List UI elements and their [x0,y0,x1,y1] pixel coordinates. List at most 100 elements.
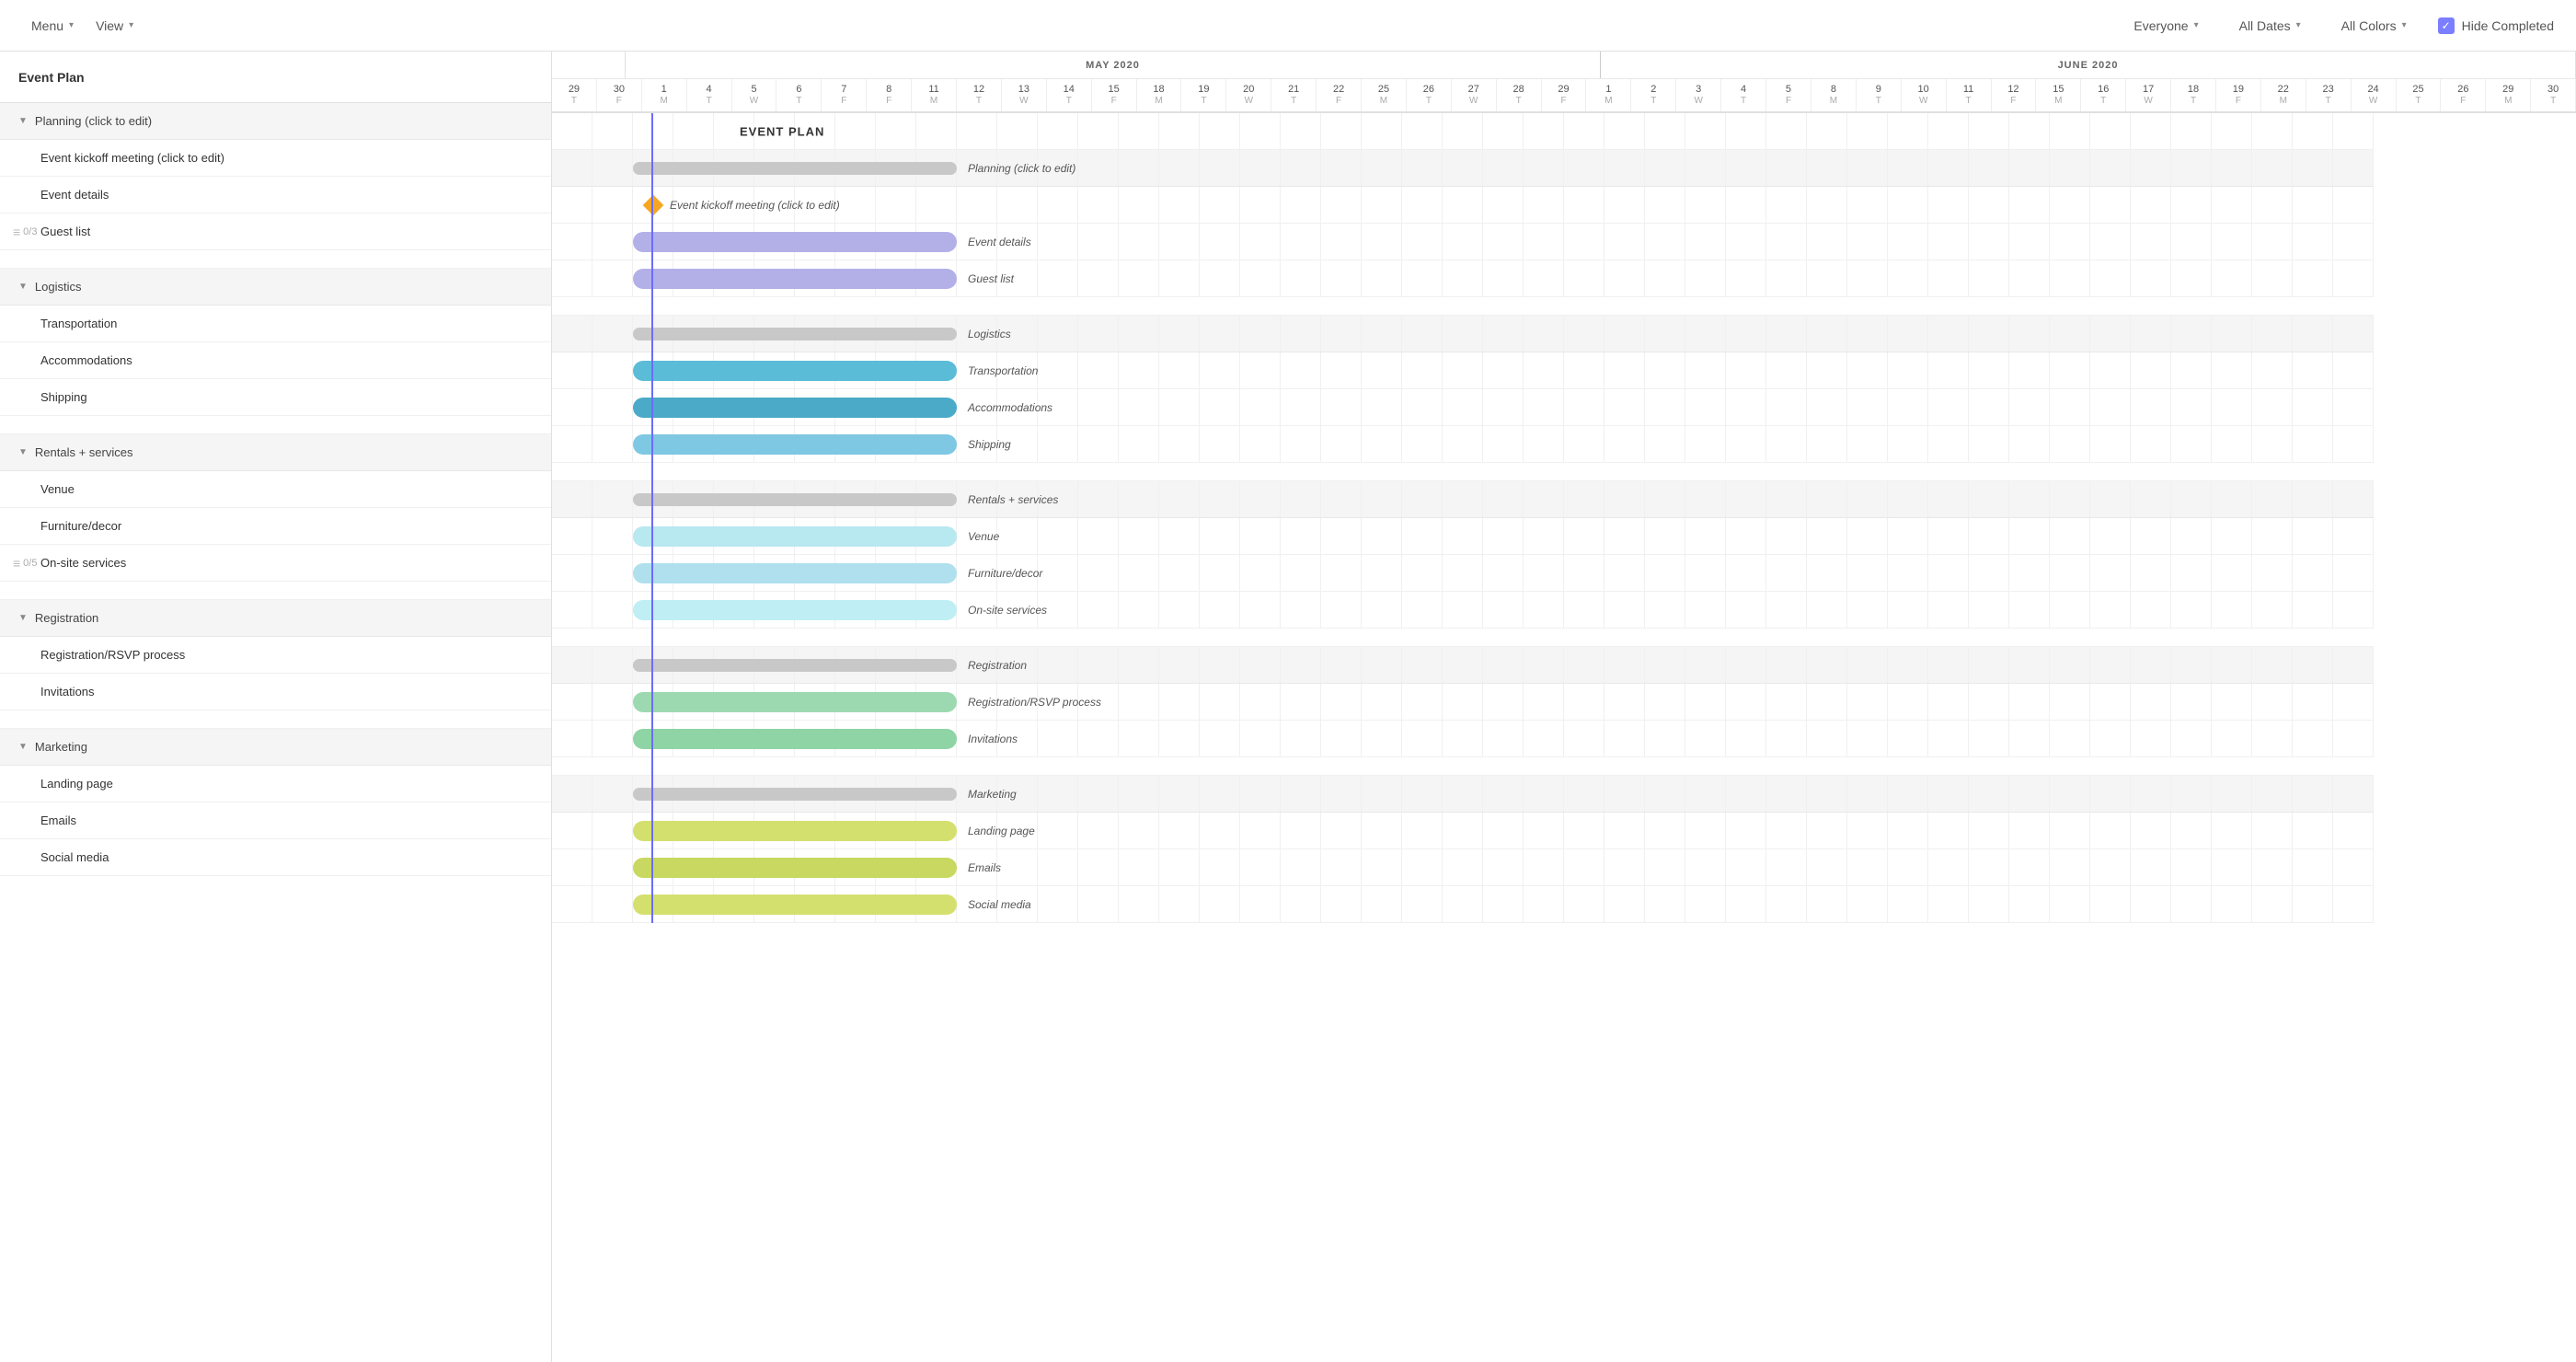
hide-completed-button[interactable]: ✓ Hide Completed [2438,17,2554,34]
task-bar-9 [633,434,957,455]
day-cell-22: 29F [1542,79,1587,111]
all-dates-button[interactable]: All Dates ▾ [2230,13,2310,39]
task-shipping[interactable]: Shipping [0,379,551,416]
section-label-20: Marketing [968,788,1017,801]
task-furniture[interactable]: Furniture/decor [0,508,551,545]
task-guest-list[interactable]: ≡ 0/3 Guest list [0,214,551,250]
day-cell-4: 5W [732,79,777,111]
section-label-1: Planning (click to edit) [968,162,1075,175]
task-rsvp[interactable]: Registration/RSVP process [0,637,551,674]
task-kickoff[interactable]: Event kickoff meeting (click to edit) [0,140,551,177]
rentals-section-name: Rentals + services [35,445,133,459]
task-label-13: Furniture/decor [968,567,1042,580]
day-cell-10: 13W [1002,79,1047,111]
guest-list-task-name: Guest list [40,225,90,238]
hide-completed-label: Hide Completed [2462,18,2554,33]
section-bar-20 [633,788,957,801]
view-button[interactable]: View ▾ [86,13,143,39]
everyone-chevron-icon: ▾ [2194,20,2199,30]
gantt-header: MAY 2020 JUNE 2020 29T30F1M4T5W6T7F8F11M… [552,52,2576,113]
gantt-row-8: Accommodations [552,389,2374,426]
logistics-section-name: Logistics [35,280,82,294]
day-cell-27: 5F [1766,79,1811,111]
menu-chevron-icon: ▾ [69,20,74,30]
hide-completed-check-icon: ✓ [2438,17,2455,34]
task-social-media[interactable]: Social media [0,839,551,876]
task-bar-13 [633,563,957,583]
spacer-after-logistics [0,416,551,434]
marketing-section-name: Marketing [35,740,87,754]
day-cell-15: 20W [1226,79,1271,111]
landing-task-name: Landing page [40,777,113,791]
gantt-row-6: Logistics [552,316,2374,352]
spacer-after-planning [0,250,551,269]
task-list-header: Event Plan [0,52,551,103]
gantt-row-11: Rentals + services [552,481,2374,518]
onsite-task-name: On-site services [40,556,126,570]
day-cell-31: 11T [1947,79,1992,111]
task-label-12: Venue [968,530,999,543]
day-cell-39: 23T [2306,79,2352,111]
task-invitations[interactable]: Invitations [0,674,551,710]
section-registration[interactable]: ▼ Registration [0,600,551,637]
day-cell-36: 18T [2171,79,2216,111]
task-label-4: Guest list [968,272,1014,285]
gantt-row-0: EVENT PLAN [552,113,2374,150]
task-landing[interactable]: Landing page [0,766,551,802]
view-chevron-icon: ▾ [129,20,133,30]
gantt-row-18: Invitations [552,721,2374,757]
section-rentals[interactable]: ▼ Rentals + services [0,434,551,471]
furniture-task-name: Furniture/decor [40,519,121,533]
day-cell-44: 30T [2531,79,2576,111]
everyone-button[interactable]: Everyone ▾ [2124,13,2207,39]
day-cell-6: 7F [822,79,867,111]
day-cell-3: 4T [687,79,732,111]
task-bar-14 [633,600,957,620]
gantt-row-19 [552,757,2374,776]
section-logistics[interactable]: ▼ Logistics [0,269,551,306]
section-bar-6 [633,328,957,340]
section-bar-1 [633,162,957,175]
task-emails[interactable]: Emails [0,802,551,839]
subtask-lines-icon: ≡ [13,225,20,239]
section-marketing[interactable]: ▼ Marketing [0,729,551,766]
day-cell-23: 1M [1586,79,1631,111]
section-bar-11 [633,493,957,506]
menu-button[interactable]: Menu ▾ [22,13,83,39]
task-transportation[interactable]: Transportation [0,306,551,342]
day-cell-12: 15F [1092,79,1137,111]
task-bar-22 [633,858,957,878]
task-venue[interactable]: Venue [0,471,551,508]
day-cell-28: 8M [1811,79,1857,111]
task-list: Event Plan ▼ Planning (click to edit) Ev… [0,52,552,1362]
section-planning[interactable]: ▼ Planning (click to edit) [0,103,551,140]
task-label-7: Transportation [968,364,1038,377]
day-cell-41: 25T [2397,79,2442,111]
task-onsite[interactable]: ≡ 0/5 On-site services [0,545,551,582]
task-label-14: On-site services [968,604,1047,617]
planning-collapse-icon: ▼ [18,116,28,126]
guest-list-count: 0/3 [23,226,37,237]
task-bar-12 [633,526,957,547]
month-row: MAY 2020 JUNE 2020 [552,52,2576,79]
gantt-row-14: On-site services [552,592,2374,629]
task-accommodations[interactable]: Accommodations [0,342,551,379]
planning-section-name: Planning (click to edit) [35,114,152,128]
task-event-details[interactable]: Event details [0,177,551,214]
task-label-8: Accommodations [968,401,1052,414]
task-bar-21 [633,821,957,841]
task-bar-8 [633,398,957,418]
gantt-row-5 [552,297,2374,316]
toolbar-left: Menu ▾ View ▾ [22,13,2124,39]
emails-task-name: Emails [40,814,76,827]
gantt-area[interactable]: MAY 2020 JUNE 2020 29T30F1M4T5W6T7F8F11M… [552,52,2576,1362]
gantt-row-16: Registration [552,647,2374,684]
section-bar-16 [633,659,957,672]
event-plan-title: Event Plan [18,70,85,85]
all-colors-button[interactable]: All Colors ▾ [2332,13,2416,39]
marketing-collapse-icon: ▼ [18,742,28,752]
day-cell-34: 16T [2081,79,2126,111]
day-cell-35: 17W [2126,79,2171,111]
task-label-9: Shipping [968,438,1011,451]
event-plan-gantt-label: EVENT PLAN [740,124,824,138]
